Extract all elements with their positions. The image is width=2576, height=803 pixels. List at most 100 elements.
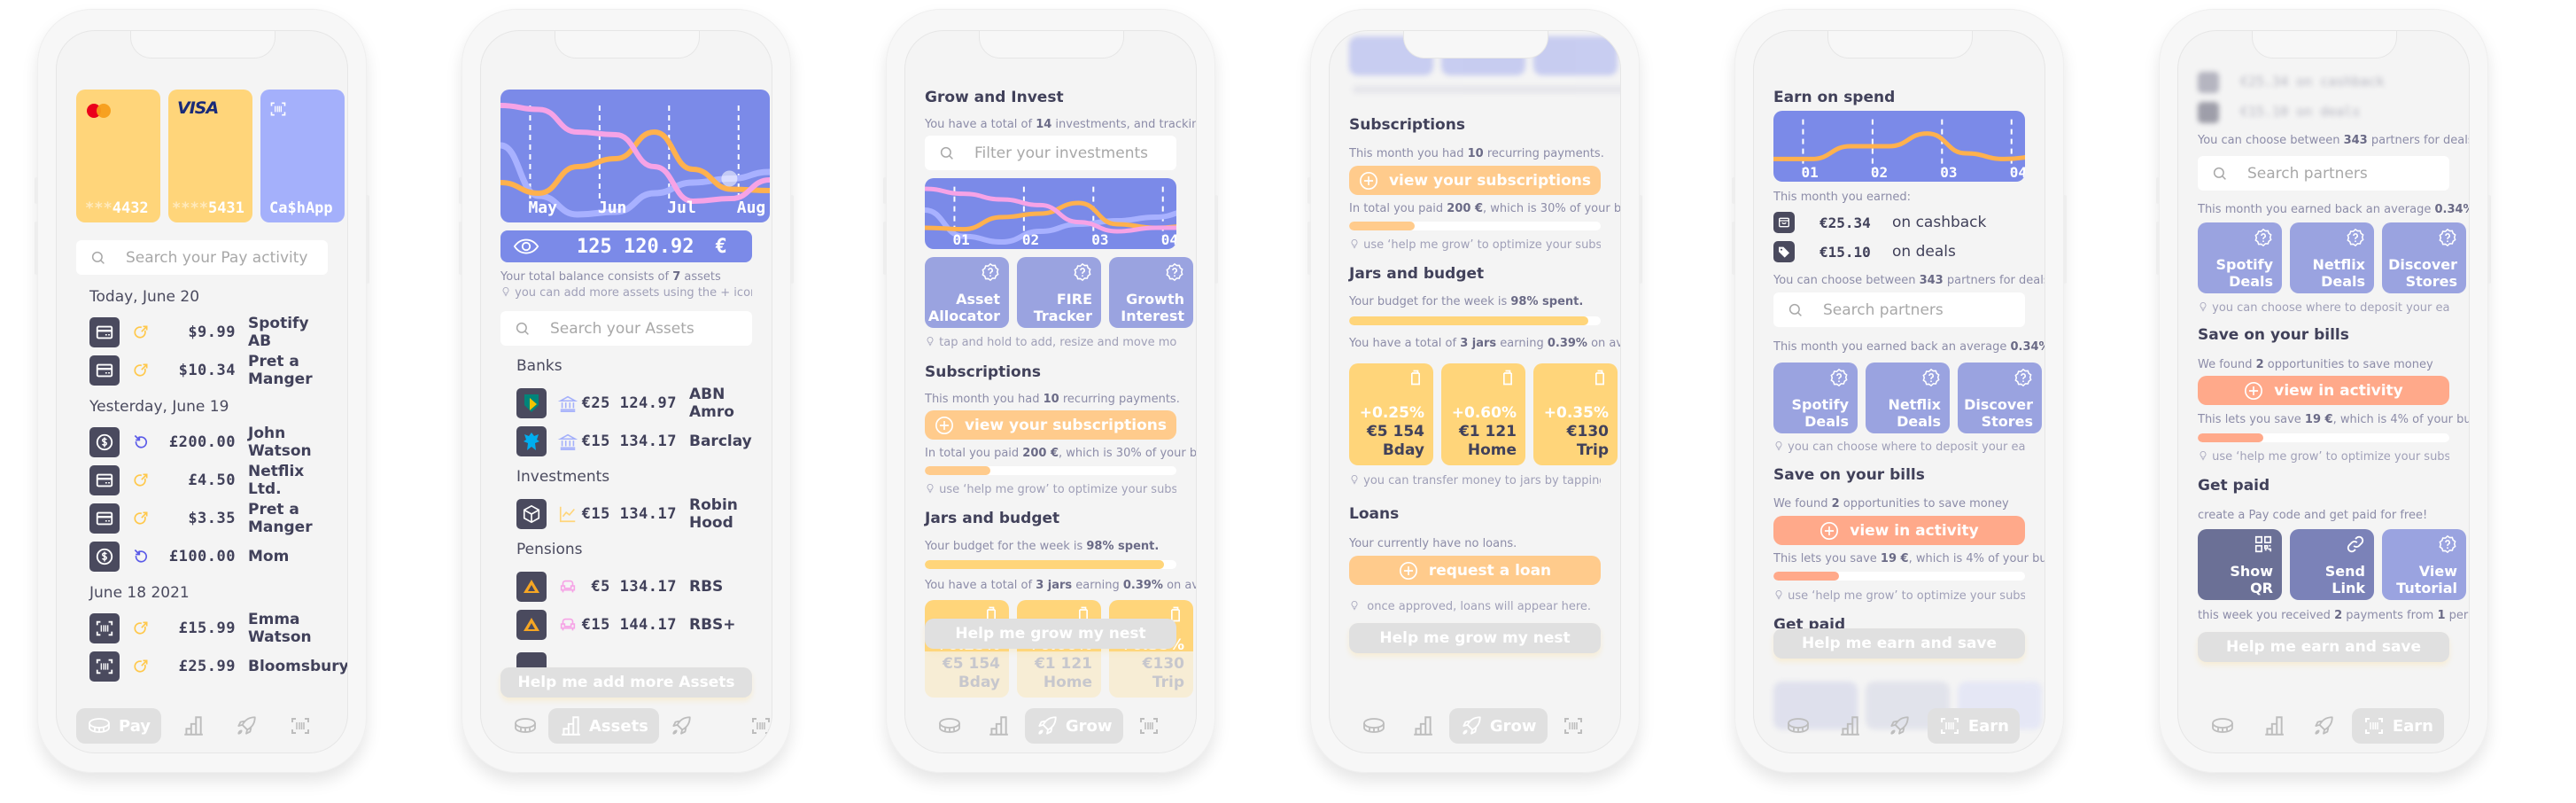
tab-assets[interactable] (2252, 708, 2296, 744)
widget-tile[interactable]: FIRE Tracker (1017, 257, 1101, 328)
tab-pay[interactable]: Pay (76, 708, 162, 744)
view-subscriptions-button[interactable]: view your subscriptions (1349, 166, 1601, 195)
earnings-chart[interactable]: 01 02 03 04 (1773, 111, 2025, 182)
tab-pay[interactable] (927, 708, 973, 744)
deal-tile[interactable]: Discover Stores (1958, 363, 2042, 433)
asset-row[interactable]: €5 134.17 RBS (516, 571, 723, 603)
tab-earn[interactable] (278, 708, 322, 744)
deal-tile[interactable]: Netflix Deals (1866, 363, 1950, 433)
budget-summary: Your budget for the week is 98% spent. (1349, 295, 1584, 308)
chart-cursor[interactable] (721, 170, 738, 187)
eye-icon[interactable] (513, 238, 539, 255)
scan-icon (1562, 715, 1585, 737)
get-paid-action-tile[interactable]: Send Link (2290, 529, 2374, 600)
tab-assets[interactable] (171, 708, 215, 744)
search-assets-input[interactable]: Search your Assets (500, 311, 752, 346)
tab-grow[interactable]: Grow (1024, 708, 1123, 744)
get-paid-action-tile[interactable]: Show QR (2198, 529, 2282, 600)
help-earn-save-button[interactable]: Help me earn and save (2198, 632, 2449, 662)
activity-date-header: Today, June 20 (89, 288, 200, 306)
abn-amro-logo-icon (524, 394, 539, 412)
tab-earn[interactable] (1127, 708, 1171, 744)
deal-tile[interactable]: Spotify Deals (1773, 363, 1858, 433)
balance-history-chart[interactable]: May Jun Jul Aug (500, 90, 770, 222)
lightbulb-icon (1773, 440, 1784, 451)
x-axis-label: May (528, 199, 557, 217)
tab-pay[interactable] (502, 708, 548, 744)
asset-row[interactable]: €15 134.17 Barclay’s (516, 425, 752, 457)
screen: Earn on spend 01 02 03 04 This month you ea… (1753, 30, 2045, 753)
activity-row[interactable]: $3.35 Pret a Manger (89, 501, 328, 536)
tab-earn[interactable]: Earn (1927, 708, 2020, 744)
card-icon (95, 509, 114, 528)
search-partners-input[interactable]: Search partners (1773, 292, 2025, 327)
activity-payee: Spotify AB (248, 315, 309, 350)
deal-tile[interactable]: Spotify Deals (2198, 222, 2282, 293)
activity-row[interactable]: £100.00 Mom (89, 541, 289, 573)
tab-assets[interactable]: Assets (548, 708, 659, 744)
tab-label: Earn (1967, 716, 2009, 736)
widget-tile[interactable]: Growth Interest (1109, 257, 1193, 328)
activity-row[interactable]: $10.34 Pret a Manger (89, 353, 328, 388)
widget-row: Asset Allocator FIRE Tracker Growth Inte… (925, 257, 1193, 328)
scan-icon (2363, 715, 2386, 737)
bar-chart-icon (559, 714, 582, 737)
tab-pay[interactable] (2200, 708, 2246, 744)
help-grow-nest-button[interactable]: Help me grow my nest (1349, 623, 1601, 653)
asset-row[interactable]: €15 134.17 Robin Hood (516, 496, 752, 532)
tab-earn[interactable] (1551, 708, 1595, 744)
tab-pay[interactable] (1775, 708, 1821, 744)
view-in-activity-button[interactable]: view in activity (1773, 516, 2025, 545)
tab-grow[interactable] (1877, 708, 1921, 744)
activity-payee: Netflix Ltd. (248, 463, 305, 498)
asset-row[interactable]: €15 144.17 RBS+ (516, 609, 736, 641)
tab-grow[interactable]: Grow (1448, 708, 1548, 744)
activity-payee: Mom (248, 548, 290, 565)
search-pay-activity-input[interactable]: Search your Pay activity (76, 240, 328, 275)
search-icon (90, 250, 106, 266)
activity-row[interactable]: £4.50 Netflix Ltd. (89, 463, 328, 498)
jar-tile[interactable]: +0.60% €1 121 Home (1441, 363, 1525, 465)
activity-row[interactable]: £15.99 Emma Watson (89, 611, 328, 646)
asset-amount: €5 134.17 (591, 578, 677, 596)
tab-earn[interactable]: Earn (2351, 708, 2444, 744)
deal-tile[interactable]: Netflix Deals (2290, 222, 2374, 293)
search-partners-input[interactable]: Search partners (2198, 156, 2449, 191)
tab-grow[interactable] (224, 708, 268, 744)
investments-chart[interactable]: 01 02 03 04 (925, 178, 1176, 249)
asset-group-header: Investments (516, 468, 610, 486)
phone-grow-scrolled-screen: Subscriptions This month you had 10 recu… (1307, 9, 1642, 773)
view-in-activity-button[interactable]: view in activity (2198, 376, 2449, 405)
tab-assets[interactable] (976, 708, 1020, 744)
help-grow-nest-button[interactable]: Help me grow my nest (925, 619, 1176, 649)
tile-label-line2: Tracker (1033, 308, 1092, 324)
get-paid-subtitle: create a Pay code and get paid for free! (2198, 509, 2428, 522)
card-visa[interactable]: VISA ****5431 (168, 90, 252, 222)
tab-pay[interactable] (1351, 708, 1397, 744)
jar-tile[interactable]: +0.35% €130 Trip (1533, 363, 1618, 465)
loans-status: Your currently have no loans. (1349, 537, 1517, 550)
activity-row[interactable]: £200.00 John Watson (89, 425, 328, 460)
tab-assets[interactable] (1401, 708, 1445, 744)
activity-row[interactable]: $9.99 Spotify AB (89, 315, 328, 350)
help-add-assets-button[interactable]: Help me add more Assets (500, 667, 752, 698)
progress-fill (2198, 433, 2263, 442)
activity-row[interactable]: £25.99 Bloomsbury (89, 651, 347, 682)
help-earn-save-button[interactable]: Help me earn and save (1773, 628, 2025, 659)
get-paid-action-tile[interactable]: View Tutorial (2382, 529, 2466, 600)
jar-tile[interactable]: +0.25% €5 154 Bday (1349, 363, 1433, 465)
asset-row[interactable]: €25 124.97 ABN Amro (516, 386, 752, 421)
filter-investments-input[interactable]: Filter your investments (925, 136, 1176, 170)
subscriptions-total: In total you paid 200 €, which is 30% of… (925, 447, 1197, 460)
card-cashapp[interactable]: Ca$hApp (260, 90, 345, 222)
tab-grow[interactable] (2301, 708, 2346, 744)
tab-earn[interactable] (739, 708, 772, 744)
deal-tile[interactable]: Discover Stores (2382, 222, 2466, 293)
card-mastercard[interactable]: ***4432 (76, 90, 160, 222)
view-subscriptions-button[interactable]: view your subscriptions (925, 410, 1176, 440)
screen: €25.34 on cashback €15.10 on deals You c… (2177, 30, 2470, 753)
tab-grow[interactable] (659, 708, 703, 744)
widget-tile[interactable]: Asset Allocator (925, 257, 1009, 328)
tab-assets[interactable] (1827, 708, 1872, 744)
request-loan-button[interactable]: request a loan (1349, 556, 1601, 585)
